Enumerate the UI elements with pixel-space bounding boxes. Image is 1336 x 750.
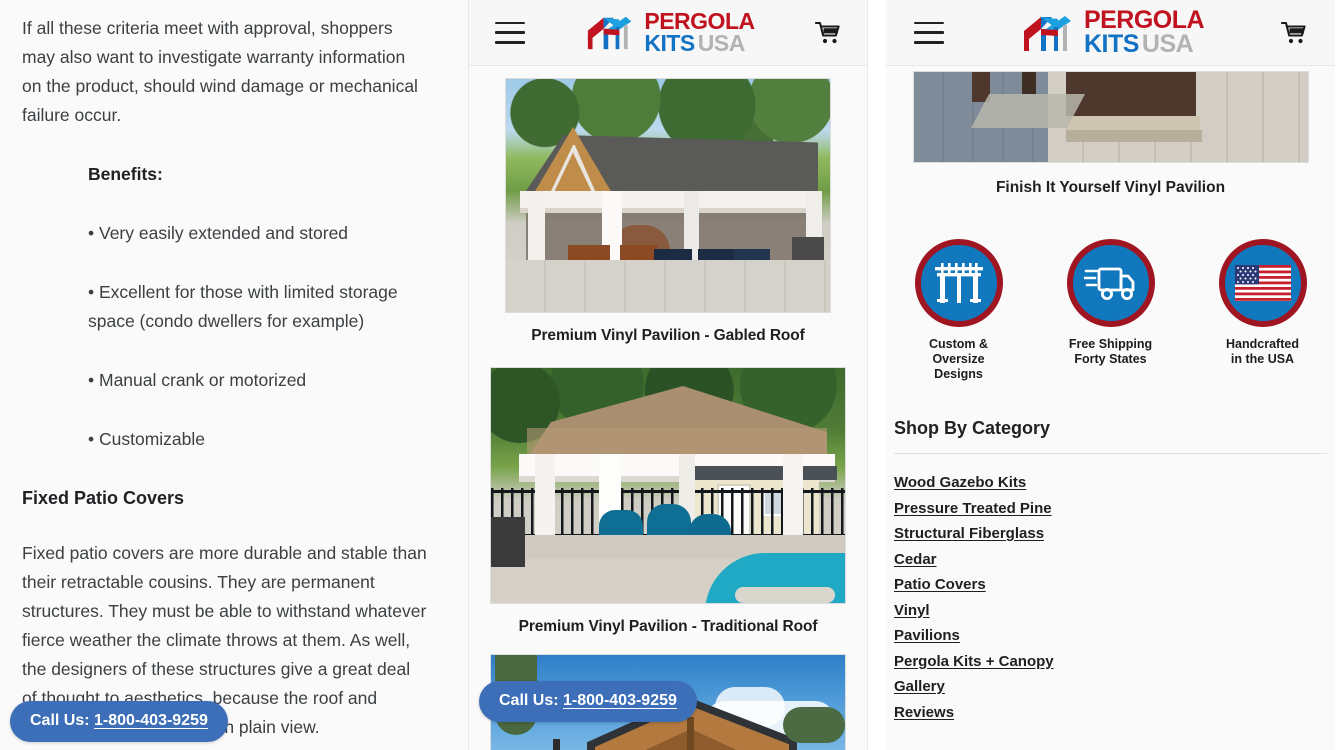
- product-card[interactable]: Premium Vinyl Pavilion - Traditional Roo…: [469, 367, 867, 652]
- product-caption: Premium Vinyl Pavilion - Traditional Roo…: [518, 618, 818, 635]
- logo-word-usa: USA: [697, 29, 746, 56]
- article-panel: If all these criteria meet with approval…: [0, 0, 468, 750]
- hero-caption: Finish It Yourself Vinyl Pavilion: [995, 179, 1226, 196]
- product-card[interactable]: Premium Vinyl Pavilion - Gabled Roof: [469, 78, 867, 361]
- badge-label-line1: Custom & Oversize: [928, 337, 989, 366]
- badge-label-line1: Handcrafted: [1226, 337, 1299, 351]
- shop-by-category-heading: Shop By Category: [894, 418, 1051, 438]
- article-paragraph-1: If all these criteria meet with approval…: [22, 18, 418, 125]
- site-header-right: PERGOLA KITS USA: [886, 0, 1335, 66]
- benefit-item: • Manual crank or motorized: [88, 370, 307, 390]
- sidebar-body: Finish It Yourself Vinyl Pavilion Custom…: [886, 71, 1335, 725]
- shopping-cart-icon[interactable]: [1281, 21, 1307, 45]
- category-link-cedar[interactable]: Cedar: [894, 547, 1335, 573]
- hamburger-icon[interactable]: [914, 21, 944, 44]
- badge-label-line2: Designs: [934, 367, 983, 381]
- site-header-middle: PERGOLA KITS USA: [469, 0, 867, 66]
- benefits-heading: Benefits:: [88, 164, 163, 184]
- logo-word-kits: KITS: [1083, 29, 1139, 58]
- call-us-phone[interactable]: 1-800-403-9259: [563, 692, 677, 709]
- usa-flag-icon: [1234, 265, 1291, 301]
- divider: [894, 453, 1327, 454]
- panel-divider: [868, 0, 886, 750]
- badge-circle: [914, 239, 1003, 327]
- badge-label: Custom & Oversize Designs: [905, 337, 1013, 382]
- badge-label-line2: in the USA: [1230, 352, 1295, 366]
- call-us-pill[interactable]: Call Us: 1-800-403-9259: [479, 681, 697, 722]
- badge-label-line1: Free Shipping: [1068, 337, 1153, 351]
- pergola-icon: [934, 263, 983, 303]
- badge-handcrafted-usa[interactable]: Handcrafted in the USA: [1209, 239, 1317, 382]
- category-link-gallery[interactable]: Gallery: [894, 674, 1335, 700]
- badge-free-shipping[interactable]: Free Shipping Forty States: [1057, 239, 1165, 382]
- page-root: If all these criteria meet with approval…: [0, 0, 1336, 750]
- call-us-label: Call Us:: [30, 712, 95, 729]
- logo-word-kits: KITS: [644, 29, 695, 56]
- call-us-label: Call Us:: [499, 692, 564, 709]
- category-link-patio-covers[interactable]: Patio Covers: [894, 572, 1335, 598]
- category-list: Wood Gazebo Kits Pressure Treated Pine S…: [894, 470, 1335, 725]
- badge-label-line2: Forty States: [1074, 352, 1147, 366]
- article-body: If all these criteria meet with approval…: [0, 0, 468, 742]
- badge-circle: [1218, 239, 1307, 327]
- product-image-gabled[interactable]: [505, 78, 831, 313]
- pergola-logo-icon: [1023, 15, 1071, 51]
- product-image-traditional[interactable]: [490, 367, 846, 604]
- sidebar-panel: PERGOLA KITS USA Finish It Yourself Viny…: [886, 0, 1335, 750]
- category-link-reviews[interactable]: Reviews: [894, 700, 1335, 726]
- products-panel: PERGOLA KITS USA Premium Vinyl Pavilion …: [468, 0, 868, 750]
- call-us-pill[interactable]: Call Us: 1-800-403-9259: [10, 701, 228, 742]
- call-us-phone[interactable]: 1-800-403-9259: [94, 712, 208, 729]
- pergola-logo-icon: [588, 16, 632, 50]
- benefit-item: • Excellent for those with limited stora…: [88, 282, 398, 331]
- trust-badges: Custom & Oversize Designs Free Shipping …: [886, 239, 1335, 382]
- product-list: Premium Vinyl Pavilion - Gabled Roof Pre…: [469, 66, 867, 750]
- benefit-item: • Customizable: [88, 429, 206, 449]
- section-heading-fixed-patio-covers: Fixed Patio Covers: [22, 488, 185, 508]
- logo-line-kits-usa: KITS USA: [1083, 29, 1204, 58]
- logo-word-usa: USA: [1141, 29, 1194, 58]
- hero-image-vinyl-pavilion[interactable]: [912, 71, 1309, 163]
- benefit-item: • Very easily extended and stored: [88, 223, 349, 243]
- delivery-truck-icon: [1083, 267, 1134, 300]
- site-logo[interactable]: PERGOLA KITS USA: [1021, 8, 1205, 58]
- badge-label: Free Shipping Forty States: [1057, 337, 1165, 367]
- logo-line-kits-usa: KITS USA: [644, 29, 754, 56]
- category-link-structural-fiberglass[interactable]: Structural Fiberglass: [894, 521, 1335, 547]
- shopping-cart-icon[interactable]: [814, 21, 841, 45]
- product-caption: Premium Vinyl Pavilion - Gabled Roof: [531, 327, 805, 344]
- site-logo-text: PERGOLA KITS USA: [1083, 8, 1205, 58]
- category-link-vinyl[interactable]: Vinyl: [894, 598, 1335, 624]
- category-link-wood-gazebo-kits[interactable]: Wood Gazebo Kits: [894, 470, 1335, 496]
- badge-custom-oversize[interactable]: Custom & Oversize Designs: [905, 239, 1013, 382]
- site-logo-text: PERGOLA KITS USA: [644, 10, 755, 56]
- badge-circle: [1066, 239, 1155, 327]
- badge-label: Handcrafted in the USA: [1209, 337, 1317, 367]
- category-link-pressure-treated-pine[interactable]: Pressure Treated Pine: [894, 496, 1335, 522]
- category-link-pergola-kits-canopy[interactable]: Pergola Kits + Canopy: [894, 649, 1335, 675]
- site-logo[interactable]: PERGOLA KITS USA: [585, 10, 755, 56]
- category-link-pavilions[interactable]: Pavilions: [894, 623, 1335, 649]
- hamburger-icon[interactable]: [495, 21, 525, 44]
